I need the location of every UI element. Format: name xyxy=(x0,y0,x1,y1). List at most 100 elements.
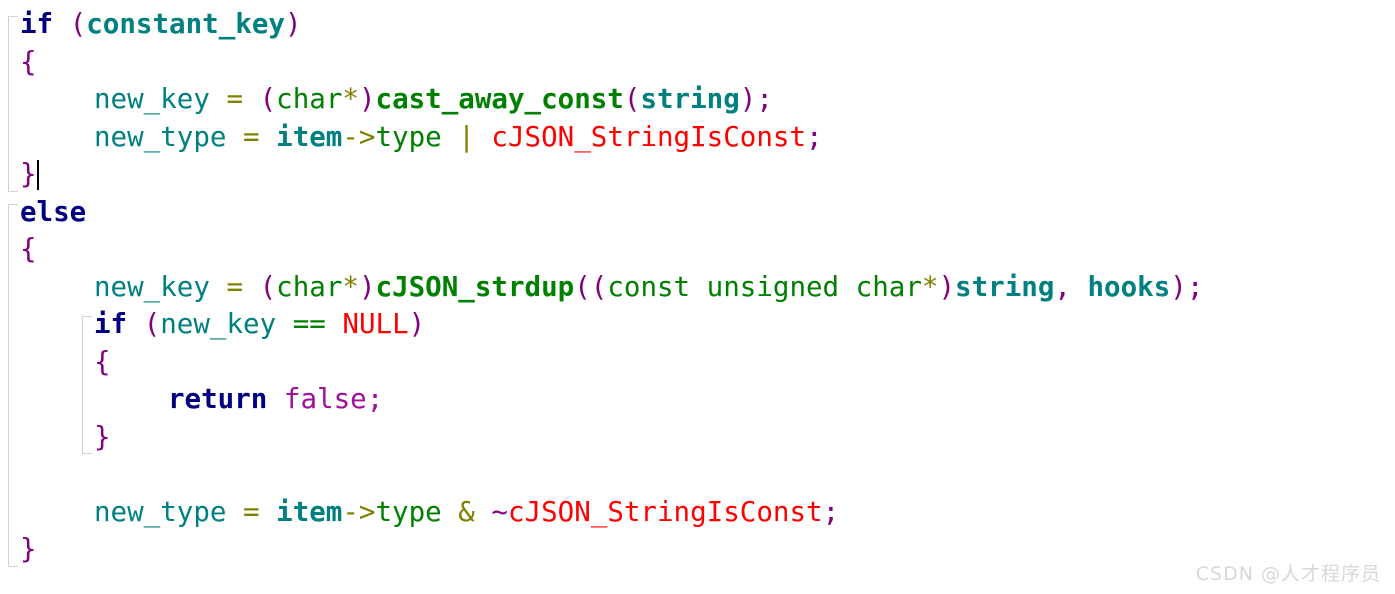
code-token: } xyxy=(94,420,111,453)
code-lines-container[interactable]: if (constant_key){new_key = (char*)cast_… xyxy=(0,0,1203,569)
code-token: cJSON_strdup xyxy=(375,270,575,303)
code-token: item xyxy=(276,495,343,528)
code-line[interactable]: new_key = (char*)cJSON_strdup((const uns… xyxy=(0,269,1203,307)
code-line[interactable]: new_type = item->type | cJSON_StringIsCo… xyxy=(0,119,1203,157)
code-line[interactable]: { xyxy=(0,44,1203,82)
code-token: else xyxy=(20,195,87,228)
code-token: cast_away_const xyxy=(375,83,624,115)
code-token: ( xyxy=(69,8,87,40)
code-token: } xyxy=(20,533,37,565)
code-token: { xyxy=(20,45,37,78)
code-token: ) xyxy=(1170,270,1187,303)
code-token: = xyxy=(243,120,260,153)
code-token: ; xyxy=(822,495,840,528)
code-token: new_key xyxy=(94,270,210,303)
code-token: = xyxy=(226,83,244,115)
code-token: char xyxy=(276,270,343,303)
code-token: , xyxy=(1054,270,1071,303)
code-line[interactable]: if (constant_key) xyxy=(0,6,1203,44)
code-token: ) xyxy=(408,308,426,340)
code-token: NULL xyxy=(342,308,409,340)
code-line[interactable]: else xyxy=(0,194,1203,232)
code-token: = xyxy=(243,495,260,528)
code-line[interactable] xyxy=(0,456,1203,494)
code-token: * xyxy=(342,270,359,303)
code-token: new_type xyxy=(94,495,227,528)
code-token: -> xyxy=(342,495,376,528)
code-token: ; xyxy=(806,120,823,153)
code-token: new_key xyxy=(94,83,210,115)
code-token: if xyxy=(94,308,128,340)
code-token: ~ xyxy=(491,495,508,528)
code-token: return xyxy=(168,383,268,415)
code-token: ( xyxy=(143,308,161,340)
code-line[interactable]: { xyxy=(0,344,1203,382)
code-token: ) xyxy=(358,270,376,303)
code-token: * xyxy=(921,270,939,303)
code-token: ; xyxy=(1186,270,1204,303)
code-line[interactable]: { xyxy=(0,231,1203,269)
code-line[interactable]: } xyxy=(0,531,1203,569)
code-token: { xyxy=(20,233,37,265)
code-token: string xyxy=(640,83,740,115)
code-token: item xyxy=(276,120,343,153)
code-line[interactable]: new_type = item->type & ~cJSON_StringIsC… xyxy=(0,494,1203,532)
code-token: -> xyxy=(342,120,376,153)
code-token: ) xyxy=(284,8,302,40)
code-token: type xyxy=(375,120,442,153)
code-token: { xyxy=(94,345,111,378)
code-token: == xyxy=(292,308,326,340)
code-token: ) xyxy=(938,270,956,303)
code-line[interactable]: } xyxy=(0,156,1203,194)
code-line[interactable]: } xyxy=(0,419,1203,457)
code-token: | xyxy=(458,120,475,153)
code-token: type xyxy=(375,495,442,528)
code-token: const unsigned char xyxy=(607,270,922,303)
csdn-watermark: CSDN @人才程序员 xyxy=(1195,563,1381,585)
code-token: * xyxy=(342,83,359,115)
code-line[interactable]: new_key = (char*)cast_away_const(string)… xyxy=(0,81,1203,119)
code-token: ) xyxy=(739,83,757,115)
code-token: if xyxy=(20,8,54,40)
code-token: new_type xyxy=(94,120,227,153)
code-token: ) xyxy=(358,83,376,115)
code-token: false xyxy=(283,383,367,415)
code-token: cJSON_StringIsConst xyxy=(507,495,823,528)
code-token: = xyxy=(226,270,244,303)
code-token: constant_key xyxy=(86,8,285,40)
code-token: & xyxy=(458,495,475,528)
code-token: ; xyxy=(366,383,384,415)
text-caret xyxy=(36,160,39,190)
code-token: ; xyxy=(756,83,773,115)
code-line[interactable]: return false; xyxy=(0,381,1203,419)
code-token: ( xyxy=(259,270,277,303)
code-token: } xyxy=(20,158,37,190)
code-token: string xyxy=(955,270,1055,303)
code-token: hooks xyxy=(1087,270,1171,303)
code-token: ( xyxy=(259,83,277,115)
code-line[interactable]: if (new_key == NULL) xyxy=(0,306,1203,344)
code-token: (( xyxy=(574,270,608,303)
code-token: char xyxy=(276,83,343,115)
code-token: new_key xyxy=(160,308,277,340)
code-token: cJSON_StringIsConst xyxy=(491,120,806,153)
code-editor[interactable]: if (constant_key){new_key = (char*)cast_… xyxy=(0,0,1395,594)
